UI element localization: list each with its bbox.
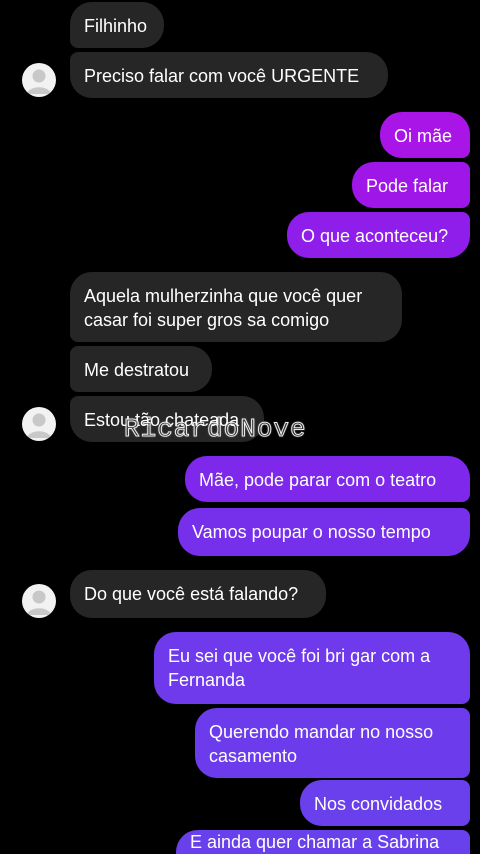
message-bubble-outgoing[interactable]: Eu sei que você foi bri gar com a Fernan… — [154, 632, 470, 704]
contact-avatar[interactable] — [22, 407, 56, 441]
contact-avatar[interactable] — [22, 63, 56, 97]
user-avatar-icon — [27, 590, 51, 615]
message-bubble-incoming[interactable]: Do que você está falando? — [70, 570, 326, 618]
message-bubble-outgoing[interactable]: Querendo mandar no nosso casamento — [195, 708, 470, 778]
message-bubble-incoming[interactable]: Filhinho — [70, 2, 164, 48]
message-bubble-incoming[interactable]: Aquela mulherzinha que você quer casar f… — [70, 272, 402, 342]
message-bubble-outgoing[interactable]: E ainda quer chamar a Sabrina — [176, 830, 470, 854]
message-bubble-incoming[interactable]: Estou tão chateada — [70, 396, 264, 442]
message-bubble-outgoing[interactable]: Vamos poupar o nosso tempo — [178, 508, 470, 556]
message-bubble-outgoing[interactable]: Pode falar — [352, 162, 470, 208]
message-bubble-outgoing[interactable]: Mãe, pode parar com o teatro — [185, 456, 470, 502]
message-bubble-incoming[interactable]: Preciso falar com você URGENTE — [70, 52, 388, 98]
message-bubble-outgoing[interactable]: Nos convidados — [300, 780, 470, 826]
user-avatar-icon — [27, 69, 51, 94]
message-bubble-incoming[interactable]: Me destratou — [70, 346, 212, 392]
message-bubble-outgoing[interactable]: Oi mãe — [380, 112, 470, 158]
contact-avatar[interactable] — [22, 584, 56, 618]
user-avatar-icon — [27, 413, 51, 438]
message-bubble-outgoing[interactable]: O que aconteceu? — [287, 212, 470, 258]
